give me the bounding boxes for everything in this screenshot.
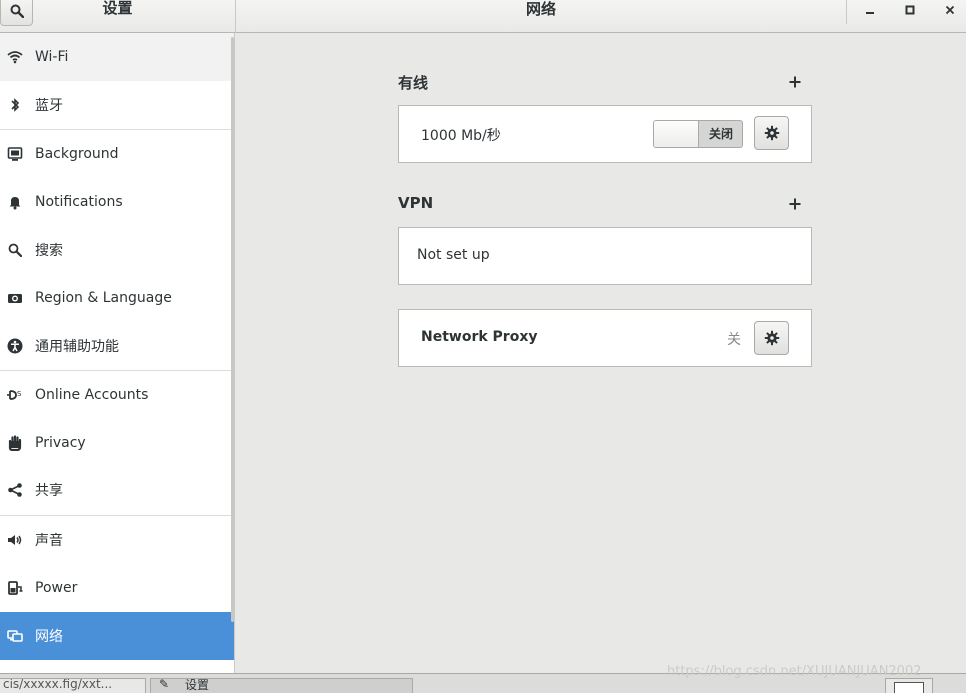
vpn-status: Not set up <box>417 247 490 263</box>
sidebar-item-network[interactable]: 网络 <box>0 612 234 660</box>
network-icon <box>7 628 23 644</box>
svg-text:S: S <box>17 390 22 398</box>
background-icon <box>7 146 23 162</box>
wired-speed: 1000 Mb/秒 <box>421 128 501 144</box>
power-icon <box>7 580 23 596</box>
gear-icon <box>764 330 779 346</box>
share-icon <box>7 482 23 498</box>
sidebar-item-power[interactable]: Power <box>0 564 234 612</box>
sidebar-item-label: Region & Language <box>35 290 172 306</box>
maximize-icon <box>905 5 915 15</box>
add-vpn-button[interactable] <box>787 195 803 211</box>
camera-icon <box>7 290 23 306</box>
toggle-knob <box>654 121 699 147</box>
search-icon <box>7 242 23 258</box>
minimize-icon <box>866 12 874 14</box>
wired-section-title: 有线 <box>398 74 429 92</box>
sidebar-item-online-accounts[interactable]: S Online Accounts <box>0 371 234 419</box>
workspace-switcher[interactable] <box>885 678 933 693</box>
sidebar-item-bluetooth[interactable]: 蓝牙 <box>0 81 234 129</box>
sidebar-item-label: Background <box>35 146 119 162</box>
sidebar-scrollbar[interactable] <box>231 37 234 622</box>
workspace-thumbnail <box>894 682 924 693</box>
page-title: 网络 <box>525 0 556 18</box>
add-wired-button[interactable] <box>787 73 803 89</box>
sidebar-item-label: 网络 <box>35 629 63 645</box>
wired-toggle[interactable]: 关闭 <box>653 120 743 148</box>
sidebar-item-wifi[interactable]: Wi-Fi <box>0 33 234 81</box>
close-icon <box>945 5 955 15</box>
proxy-settings-button[interactable] <box>754 321 789 355</box>
search-icon <box>10 4 24 18</box>
taskbar-item-settings[interactable]: ✎ 设置 <box>150 678 413 693</box>
sidebar-item-accessibility[interactable]: 通用辅助功能 <box>0 322 234 370</box>
maximize-button[interactable] <box>898 0 922 20</box>
taskbar-item-label: cis/xxxxx.fig/xxt... <box>3 678 113 691</box>
hand-icon <box>7 435 23 451</box>
sidebar-item-label: Online Accounts <box>35 387 149 403</box>
sidebar-item-region-language[interactable]: Region & Language <box>0 274 234 322</box>
bell-icon <box>7 194 23 210</box>
toggle-state-label: 关闭 <box>708 127 733 141</box>
wifi-icon <box>7 49 23 65</box>
vpn-section-title: VPN <box>398 194 434 212</box>
online-accounts-icon: S <box>7 387 23 403</box>
sidebar-item-label: 共享 <box>35 483 63 499</box>
sidebar: Wi-Fi 蓝牙 Background Notifications 搜索 Reg… <box>0 33 235 673</box>
sidebar-item-sound[interactable]: 声音 <box>0 516 234 564</box>
sidebar-item-label: 通用辅助功能 <box>35 339 119 355</box>
sidebar-item-label: 搜索 <box>35 243 63 259</box>
sidebar-item-label: 声音 <box>35 533 63 549</box>
wired-settings-button[interactable] <box>754 116 789 150</box>
sidebar-item-label: Notifications <box>35 194 123 210</box>
sidebar-item-notifications[interactable]: Notifications <box>0 178 234 226</box>
sidebar-item-sharing[interactable]: 共享 <box>0 466 234 514</box>
watermark: https://blog.csdn.net/XUJUANJUAN2002 <box>667 664 922 679</box>
sidebar-item-label: Wi-Fi <box>35 49 69 65</box>
window-controls-separator <box>846 0 847 24</box>
sidebar-item-label: Power <box>35 580 78 596</box>
sidebar-item-search[interactable]: 搜索 <box>0 226 234 274</box>
minimize-button[interactable] <box>858 0 882 20</box>
header-bar: 设置 网络 <box>0 0 966 33</box>
proxy-status: 关 <box>727 332 741 348</box>
accessibility-icon <box>7 338 23 354</box>
settings-title: 设置 <box>102 0 133 17</box>
tools-icon: ✎ <box>159 678 170 691</box>
speaker-icon <box>7 532 23 548</box>
sidebar-item-privacy[interactable]: Privacy <box>0 419 234 467</box>
bluetooth-icon <box>7 97 23 113</box>
sidebar-item-background[interactable]: Background <box>0 130 234 178</box>
close-button[interactable] <box>938 0 962 20</box>
proxy-label: Network Proxy <box>421 329 538 345</box>
sidebar-item-label: 蓝牙 <box>35 98 63 114</box>
search-button[interactable] <box>0 0 33 26</box>
plus-icon <box>789 198 801 210</box>
taskbar-item-path[interactable]: cis/xxxxx.fig/xxt... <box>0 678 146 693</box>
taskbar-item-label: 设置 <box>185 678 210 692</box>
sidebar-item-label: Privacy <box>35 435 86 451</box>
plus-icon <box>789 76 801 88</box>
gear-icon <box>764 125 779 141</box>
